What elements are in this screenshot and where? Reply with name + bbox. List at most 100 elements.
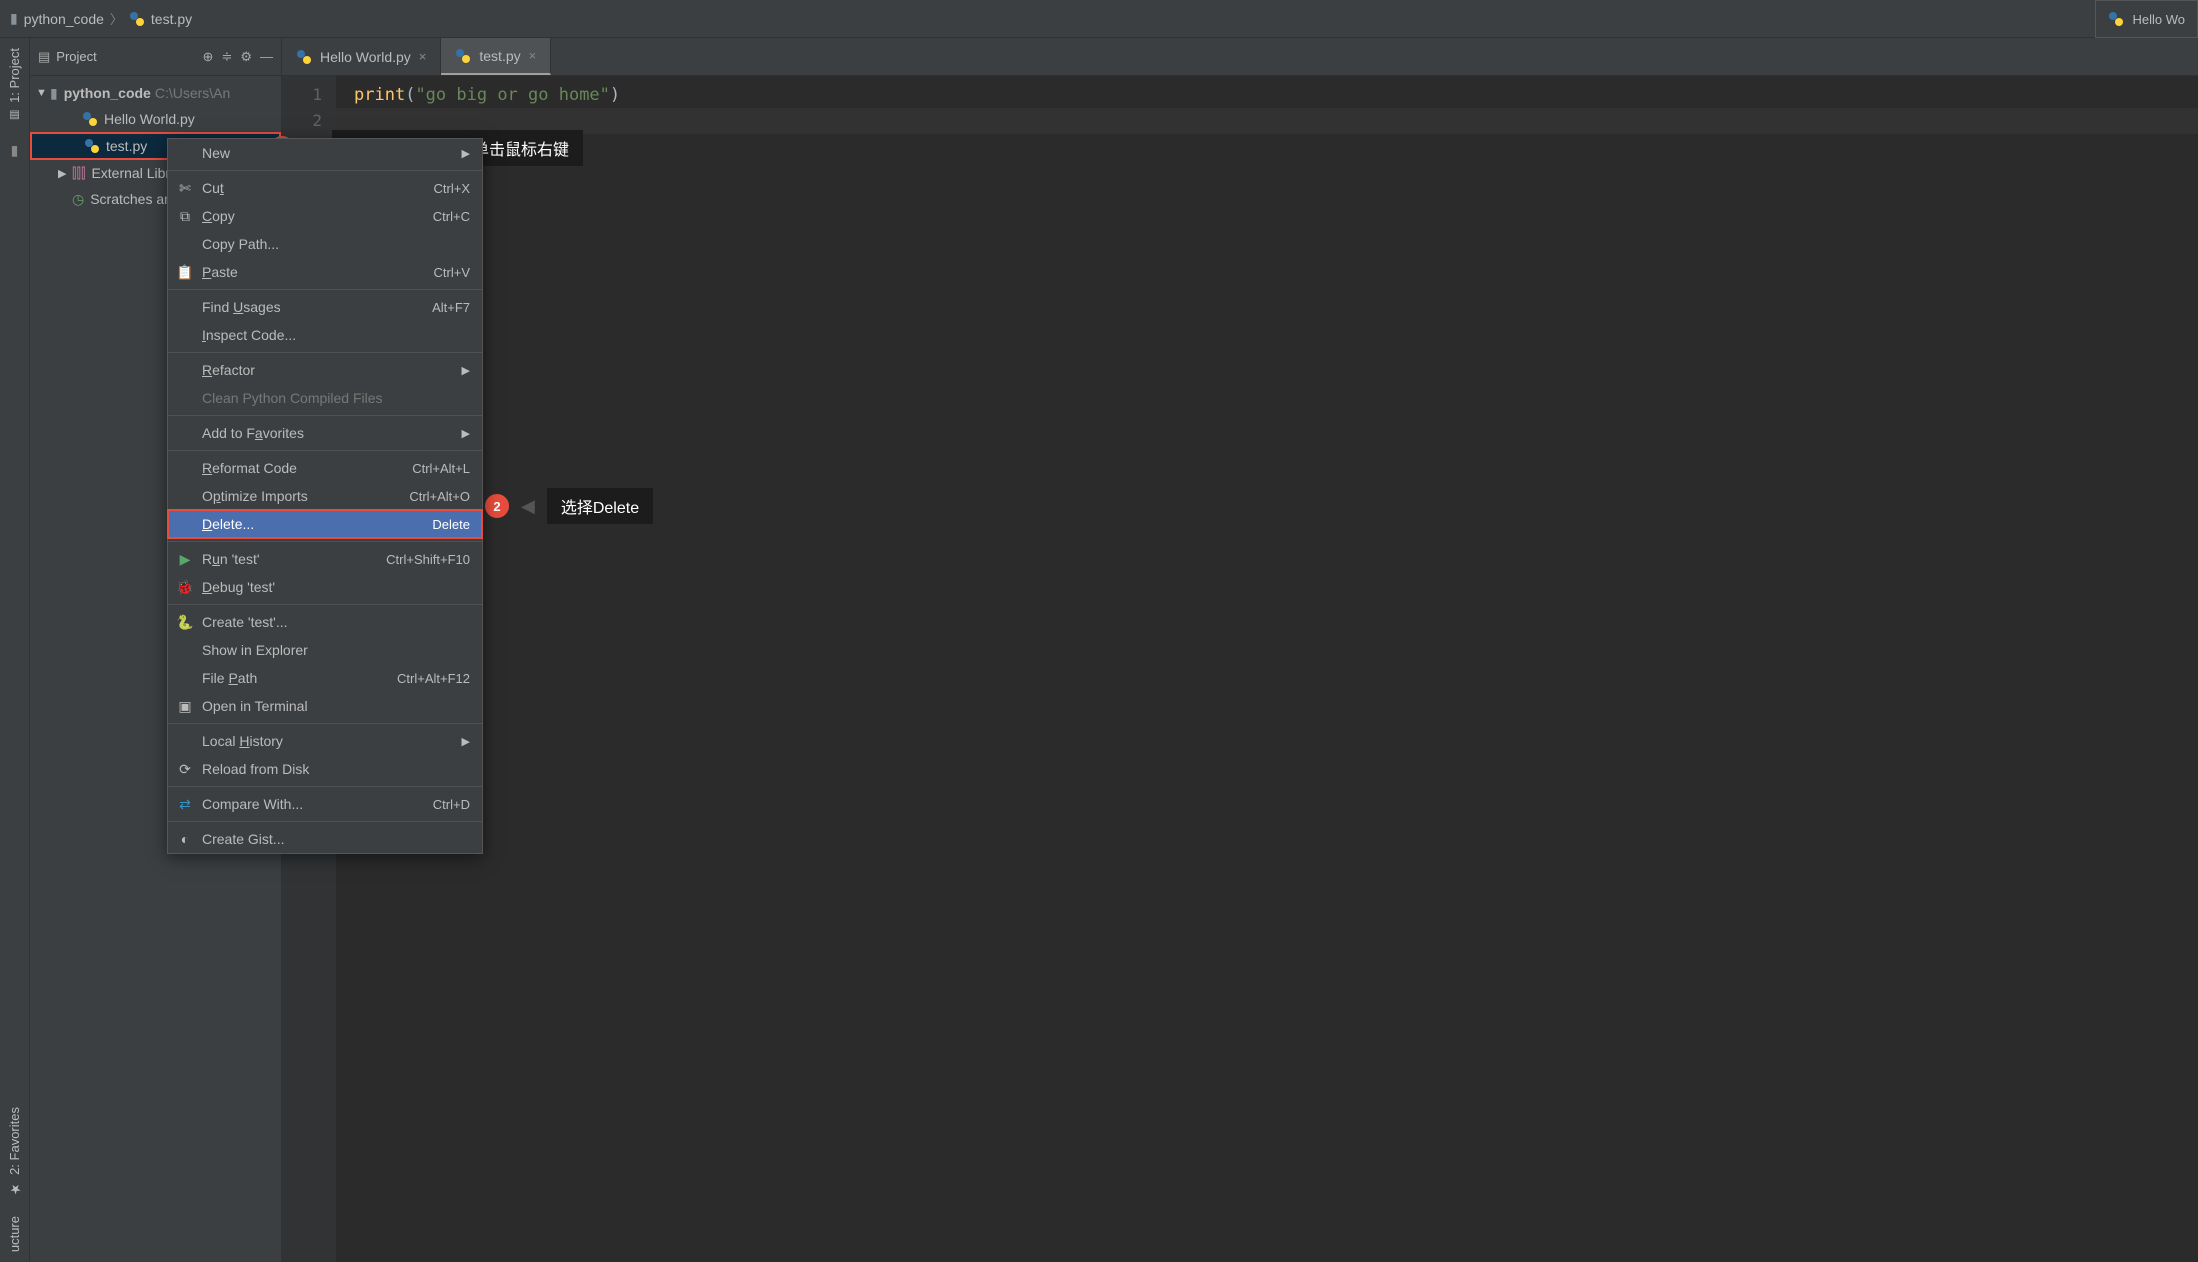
menu-shortcut: Delete <box>432 517 470 532</box>
menu-item-debug-test[interactable]: 🐞 Debug 'test' <box>168 573 482 601</box>
menu-shortcut: Ctrl+Alt+F12 <box>397 671 470 686</box>
menu-shortcut: Ctrl+Alt+O <box>409 489 470 504</box>
menu-item-label: Show in Explorer <box>202 642 470 658</box>
tool-tab-structure-label: ucture <box>7 1216 22 1252</box>
menu-item-inspect-code[interactable]: Inspect Code... <box>168 321 482 349</box>
editor-tab-label: test.py <box>479 48 520 64</box>
locate-icon[interactable]: ⊕ <box>203 49 214 65</box>
menu-divider <box>168 415 482 416</box>
tree-file-label: test.py <box>106 138 147 154</box>
reload-icon: ⟳ <box>176 761 194 778</box>
close-icon[interactable]: × <box>529 48 537 63</box>
tool-tab-structure[interactable]: ucture <box>3 1206 26 1262</box>
submenu-arrow-icon: ▶ <box>462 427 470 440</box>
editor-tabs: Hello World.py × test.py × <box>282 38 2198 76</box>
menu-item-label: Inspect Code... <box>202 327 470 343</box>
paste-icon: 📋 <box>176 264 194 281</box>
folder-icon: ▮ <box>10 10 18 27</box>
menu-item-copy-path[interactable]: Copy Path... <box>168 230 482 258</box>
menu-item-label: Clean Python Compiled Files <box>202 390 470 406</box>
breadcrumb-file[interactable]: test.py <box>129 11 192 27</box>
tool-tab-favorites-label: 2: Favorites <box>7 1107 22 1175</box>
tool-tab-favorites[interactable]: ★ 2: Favorites <box>3 1097 26 1206</box>
gear-icon[interactable]: ⚙ <box>240 49 252 65</box>
project-panel-header: ▤ Project ⊕ ≑ ⚙ — <box>30 38 281 76</box>
submenu-arrow-icon: ▶ <box>462 735 470 748</box>
folder-nav-icon[interactable]: ▮ <box>11 142 19 159</box>
expand-icon[interactable]: ≑ <box>221 49 232 65</box>
compare-icon: ⇄ <box>176 796 194 813</box>
menu-item-local-history[interactable]: Local History▶ <box>168 727 482 755</box>
menu-item-add-to-favorites[interactable]: Add to Favorites▶ <box>168 419 482 447</box>
folder-icon: ▮ <box>50 85 58 102</box>
submenu-arrow-icon: ▶ <box>462 364 470 377</box>
breadcrumb-separator: 〉 <box>110 9 123 28</box>
project-view-icon: ▤ <box>38 49 50 65</box>
debug-icon: 🐞 <box>176 579 194 596</box>
menu-item-label: Create Gist... <box>202 831 470 847</box>
menu-item-label: Debug 'test' <box>202 579 470 595</box>
menu-item-copy[interactable]: ⧉CopyCtrl+C <box>168 202 482 230</box>
left-tool-gutter: ▤ 1: Project ▮ ★ 2: Favorites ucture <box>0 38 30 1262</box>
code-token-paren: ) <box>610 82 620 108</box>
menu-item-open-in-terminal[interactable]: ▣ Open in Terminal <box>168 692 482 720</box>
line-number: 1 <box>282 82 322 108</box>
project-panel-title: Project <box>56 49 96 64</box>
editor-tab-label: Hello World.py <box>320 49 411 65</box>
run-config-selector[interactable]: Hello Wo <box>2095 0 2198 38</box>
menu-item-compare-with[interactable]: ⇄Compare With...Ctrl+D <box>168 790 482 818</box>
menu-item-delete[interactable]: Delete...Delete <box>168 510 482 538</box>
menu-item-paste[interactable]: 📋PasteCtrl+V <box>168 258 482 286</box>
open-icon: ▣ <box>176 698 194 715</box>
code-token-paren: ( <box>405 82 415 108</box>
breadcrumb-root[interactable]: ▮ python_code <box>10 10 104 27</box>
tree-root-label: python_code <box>64 85 151 101</box>
menu-item-refactor[interactable]: Refactor▶ <box>168 356 482 384</box>
menu-item-label: Copy <box>202 208 433 224</box>
tool-tab-project-label: 1: Project <box>7 48 22 103</box>
run-config-label: Hello Wo <box>2132 12 2185 27</box>
menu-item-show-in-explorer[interactable]: Show in Explorer <box>168 636 482 664</box>
menu-item-label: Cut <box>202 180 434 196</box>
menu-item-label: Copy Path... <box>202 236 470 252</box>
tree-root[interactable]: ▼ ▮ python_code C:\Users\An <box>30 80 281 106</box>
menu-item-reformat-code[interactable]: Reformat CodeCtrl+Alt+L <box>168 454 482 482</box>
menu-item-create-test[interactable]: 🐍Create 'test'... <box>168 608 482 636</box>
callout-badge: 2 <box>485 494 509 518</box>
menu-item-new[interactable]: New▶ <box>168 139 482 167</box>
editor-body[interactable]: 1 2 print("go big or go home") <box>282 76 2198 1262</box>
menu-item-label: File Path <box>202 670 397 686</box>
code-content[interactable]: print("go big or go home") <box>336 76 2198 1262</box>
create-icon: 🐍 <box>176 614 194 631</box>
menu-divider <box>168 450 482 451</box>
menu-divider <box>168 289 482 290</box>
close-icon[interactable]: × <box>419 49 427 64</box>
create-icon: ◐ <box>176 831 194 847</box>
editor-tab-hello[interactable]: Hello World.py × <box>282 38 441 75</box>
menu-item-create-gist[interactable]: ◐ Create Gist... <box>168 825 482 853</box>
hide-icon[interactable]: — <box>260 49 273 64</box>
menu-item-cut[interactable]: ✄CutCtrl+X <box>168 174 482 202</box>
menu-item-clean-python-compiled-files: Clean Python Compiled Files <box>168 384 482 412</box>
tree-file-hello[interactable]: Hello World.py <box>30 106 281 132</box>
tool-tab-project[interactable]: ▤ 1: Project <box>3 38 26 132</box>
menu-shortcut: Ctrl+V <box>434 265 470 280</box>
menu-item-label: Add to Favorites <box>202 425 462 441</box>
menu-item-optimize-imports[interactable]: Optimize ImportsCtrl+Alt+O <box>168 482 482 510</box>
menu-divider <box>168 604 482 605</box>
menu-item-find-usages[interactable]: Find UsagesAlt+F7 <box>168 293 482 321</box>
menu-item-reload-from-disk[interactable]: ⟳Reload from Disk <box>168 755 482 783</box>
menu-item-label: Open in Terminal <box>202 698 470 714</box>
menu-item-file-path[interactable]: File PathCtrl+Alt+F12 <box>168 664 482 692</box>
tree-scratches-label: Scratches an <box>90 191 172 207</box>
python-file-icon <box>82 111 98 127</box>
run-icon: ▶ <box>176 551 194 568</box>
editor-area: Hello World.py × test.py × 1 2 print("go… <box>282 38 2198 1262</box>
menu-item-run-test[interactable]: ▶Run 'test'Ctrl+Shift+F10 <box>168 545 482 573</box>
tree-file-label: Hello World.py <box>104 111 195 127</box>
python-file-icon <box>84 138 100 154</box>
editor-tab-test[interactable]: test.py × <box>441 38 551 75</box>
breadcrumb-bar: ▮ python_code 〉 test.py Hello Wo <box>0 0 2198 38</box>
tree-root-path: C:\Users\An <box>155 85 230 101</box>
menu-divider <box>168 786 482 787</box>
